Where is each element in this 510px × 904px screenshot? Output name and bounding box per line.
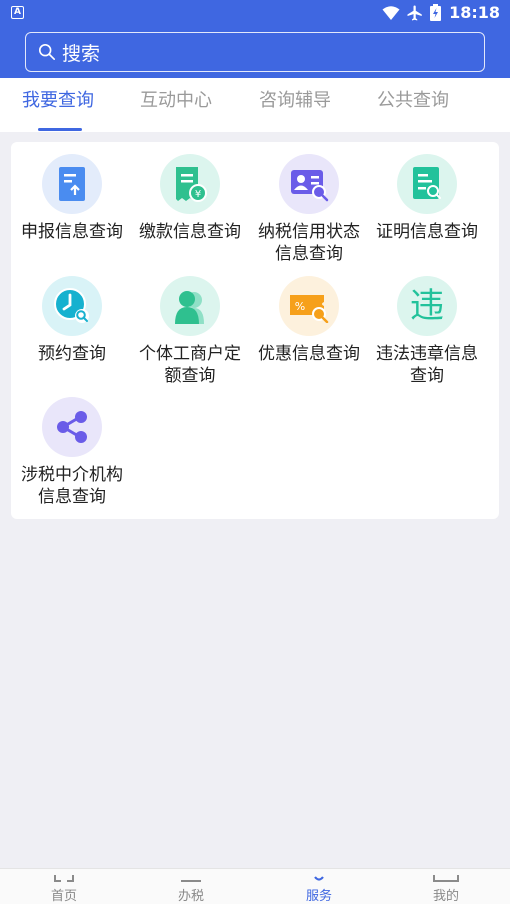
grid-item-preferential-query[interactable]: % 优惠信息查询: [248, 276, 370, 365]
search-placeholder: 搜索: [62, 42, 101, 65]
airplane-icon: [407, 5, 422, 20]
grid-item-payment-query[interactable]: ¥ 缴款信息查询: [129, 154, 251, 243]
home-icon: [0, 869, 128, 883]
svg-text:¥: ¥: [195, 189, 201, 200]
nav-handle-tax[interactable]: 办税: [127, 869, 255, 904]
grid-item-label: 纳税信用状态信息查询: [258, 222, 360, 264]
share-icon: [42, 397, 102, 457]
tab-indicator: [38, 128, 82, 131]
receipt-yuan-icon: ¥: [160, 154, 220, 214]
document-upload-icon: [42, 154, 102, 214]
violation-icon: 违: [397, 276, 457, 336]
nav-service[interactable]: 服务: [255, 869, 383, 904]
document-search-icon: [397, 154, 457, 214]
grid-item-label: 优惠信息查询: [258, 344, 360, 364]
grid-item-label: 证明信息查询: [376, 222, 478, 242]
nav-label: 我的: [432, 889, 459, 904]
wifi-icon: [382, 5, 400, 20]
grid-item-label: 申报信息查询: [21, 222, 123, 242]
grid-item-declaration-query[interactable]: 申报信息查询: [11, 154, 133, 243]
search-input[interactable]: 搜索: [25, 32, 485, 72]
grid-item-label: 涉税中介机构信息查询: [21, 465, 123, 507]
clock-search-icon: [42, 276, 102, 336]
grid-item-label: 违法违章信息查询: [376, 344, 478, 386]
grid-item-label: 缴款信息查询: [139, 222, 241, 242]
grid-item-appointment-query[interactable]: 预约查询: [11, 276, 133, 365]
grid-item-credit-status-query[interactable]: 纳税信用状态信息查询: [248, 154, 370, 265]
nav-label: 服务: [305, 889, 332, 904]
tab-my-query[interactable]: 我要查询: [22, 86, 94, 112]
grid-item-tax-agency-query[interactable]: 涉税中介机构信息查询: [11, 397, 133, 508]
tab-bar: 我要查询 互动中心 咨询辅导 公共查询: [0, 78, 510, 132]
battery-icon: [430, 4, 442, 21]
query-grid: 申报信息查询 ¥ 缴款信息查询 纳税信用状态信息查询 证明信息查询 预约查询 个…: [11, 142, 499, 519]
app-badge-icon: A: [11, 6, 24, 19]
coupon-percent-icon: %: [279, 276, 339, 336]
nav-label: 办税: [177, 889, 204, 904]
briefcase-icon: [127, 869, 255, 883]
tab-consulting[interactable]: 咨询辅导: [259, 86, 331, 112]
grid-item-label: 预约查询: [38, 344, 106, 364]
grid-item-label: 个体工商户定额查询: [139, 344, 241, 386]
status-bar: A 18:18: [0, 0, 510, 26]
service-icon: [255, 869, 383, 883]
tab-public-query[interactable]: 公共查询: [377, 86, 449, 112]
nav-home[interactable]: 首页: [0, 869, 128, 904]
header-bar: A 18:18 搜索: [0, 0, 510, 78]
person-icon: [160, 276, 220, 336]
status-time: 18:18: [449, 3, 500, 22]
id-card-search-icon: [279, 154, 339, 214]
svg-text:%: %: [295, 300, 305, 313]
nav-label: 首页: [50, 889, 77, 904]
violation-glyph: 违: [410, 286, 444, 326]
tab-interaction-center[interactable]: 互动中心: [140, 86, 212, 112]
bottom-nav: 首页 办税 服务 我的: [0, 868, 510, 904]
grid-item-violation-query[interactable]: 违 违法违章信息查询: [366, 276, 488, 387]
search-icon: [38, 43, 56, 61]
user-icon: [382, 869, 510, 883]
grid-item-certificate-query[interactable]: 证明信息查询: [366, 154, 488, 243]
nav-mine[interactable]: 我的: [382, 869, 510, 904]
grid-item-individual-quota-query[interactable]: 个体工商户定额查询: [129, 276, 251, 387]
